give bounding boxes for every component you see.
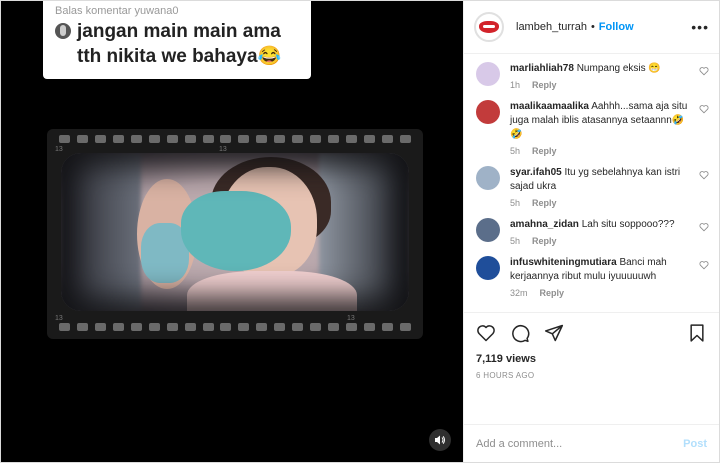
comment-age: 5h (510, 236, 521, 246)
comment-age: 1h (510, 80, 521, 90)
reply-to-label: Balas komentar yuwana0 (55, 5, 179, 17)
sticker-text: jangan main main ama tth nikita we bahay… (77, 21, 282, 67)
profile-avatar[interactable] (474, 12, 504, 42)
comment-text: Lah situ soppooo??? (581, 219, 675, 230)
video-player[interactable]: Balas komentar yuwana0 jangan main main … (1, 1, 463, 462)
comment-like-icon[interactable] (699, 170, 709, 180)
follow-button[interactable]: Follow (599, 21, 634, 33)
reply-button[interactable]: Reply (532, 236, 557, 246)
commenter-avatar[interactable] (476, 100, 500, 124)
comment-age: 5h (510, 146, 521, 156)
heart-icon[interactable] (476, 323, 496, 343)
comment-text: Numpang eksis 😁 (576, 63, 661, 74)
post-actions: 7,119 views 6 HOURS AGO (464, 312, 719, 424)
comment-item: maalikaamaalika Aahhh...sama aja situ ju… (476, 100, 709, 156)
film-sprockets-bottom (59, 323, 411, 331)
video-reply-sticker: Balas komentar yuwana0 jangan main main … (43, 1, 311, 79)
film-number: 13 (347, 315, 355, 322)
comment-username[interactable]: infuswhiteningmutiara (510, 257, 617, 268)
profile-username[interactable]: lambeh_turrah (516, 21, 587, 33)
commenter-avatar[interactable] (476, 166, 500, 190)
comment-like-icon[interactable] (699, 66, 709, 76)
comment-username[interactable]: syar.ifah05 (510, 167, 562, 178)
comment-input[interactable] (476, 437, 684, 450)
comment-username[interactable]: maalikaamaalika (510, 101, 589, 112)
share-icon[interactable] (544, 323, 564, 343)
comment-age: 5h (510, 198, 521, 208)
film-strip-frame: 13 13 13 13 (47, 129, 423, 339)
reply-button[interactable]: Reply (532, 198, 557, 208)
comment-age: 32m (510, 288, 528, 298)
post-side-panel: lambeh_turrah • Follow ••• marliahliah78… (463, 1, 719, 462)
commenter-avatar[interactable] (476, 256, 500, 280)
comment-item: infuswhiteningmutiara Banci mah kerjaann… (476, 256, 709, 298)
comment-item: marliahliah78 Numpang eksis 😁 1h Reply (476, 62, 709, 90)
comment-username[interactable]: amahna_zidan (510, 219, 579, 230)
more-options-icon[interactable]: ••• (691, 19, 709, 35)
comment-icon[interactable] (510, 323, 530, 343)
speaker-icon[interactable] (429, 429, 451, 451)
comments-list[interactable]: marliahliah78 Numpang eksis 😁 1h Reply ma… (464, 54, 719, 312)
film-number: 13 (55, 146, 63, 153)
reply-button[interactable]: Reply (532, 146, 557, 156)
comment-like-icon[interactable] (699, 104, 709, 114)
post-header: lambeh_turrah • Follow ••• (464, 1, 719, 54)
comment-composer: Post (464, 424, 719, 462)
instagram-post-modal: Balas komentar yuwana0 jangan main main … (0, 0, 720, 463)
commenter-avatar[interactable] (476, 218, 500, 242)
comment-like-icon[interactable] (699, 222, 709, 232)
post-comment-button[interactable]: Post (683, 438, 707, 450)
reply-button[interactable]: Reply (540, 288, 565, 298)
view-count[interactable]: 7,119 views (476, 353, 707, 365)
commenter-avatar[interactable] (476, 62, 500, 86)
post-timestamp: 6 HOURS AGO (476, 371, 535, 380)
bookmark-icon[interactable] (687, 323, 707, 343)
comment-item: syar.ifah05 Itu yg sebelahnya kan istri … (476, 166, 709, 208)
film-number: 13 (55, 315, 63, 322)
comment-like-icon[interactable] (699, 260, 709, 270)
separator-dot: • (590, 21, 595, 33)
film-number: 13 (219, 146, 227, 153)
video-frame-image (61, 153, 409, 311)
film-sprockets-top (59, 135, 411, 143)
sticker-avatar (55, 23, 71, 39)
comment-item: amahna_zidan Lah situ soppooo??? 5h Reply (476, 218, 709, 246)
reply-button[interactable]: Reply (532, 80, 557, 90)
comment-username[interactable]: marliahliah78 (510, 63, 574, 74)
